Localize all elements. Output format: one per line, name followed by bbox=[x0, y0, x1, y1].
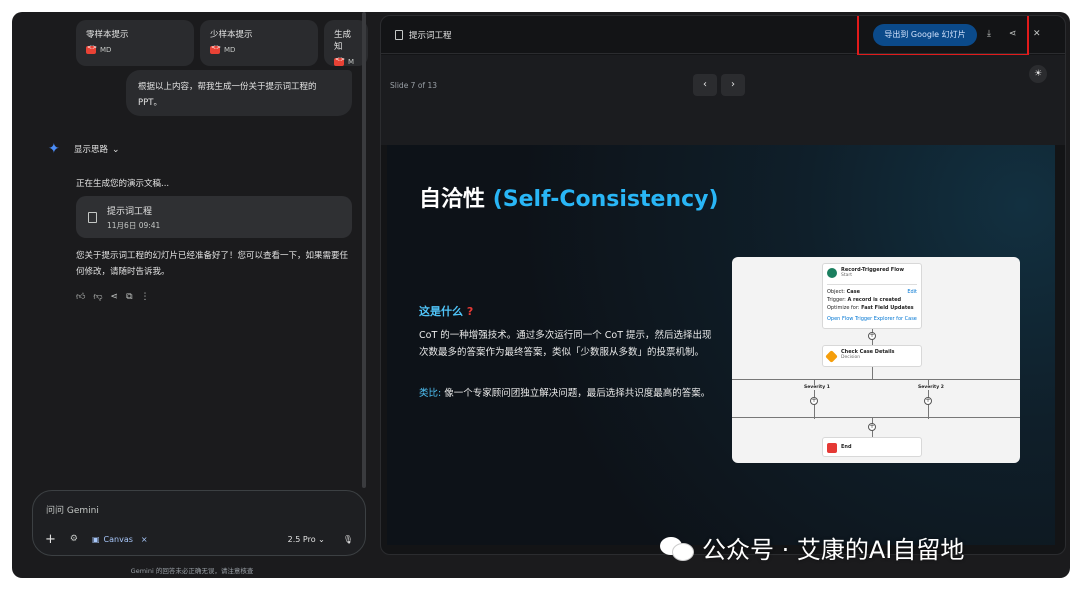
chevron-down-icon: ⌄ bbox=[318, 534, 325, 544]
decision-sub: Decision bbox=[841, 355, 861, 360]
prompt-input[interactable]: 问问 Gemini bbox=[46, 503, 99, 516]
model-selector[interactable]: 2.5 Pro ⌄ bbox=[288, 535, 325, 544]
optimize-value: Fast Field Updates bbox=[861, 305, 914, 311]
assistant-answer: 您关于提示词工程的幻灯片已经准备好了！您可以查看一下，如果需要任何修改，请随时告… bbox=[76, 251, 349, 277]
severity-2-label: Severity 2 bbox=[916, 385, 946, 390]
flow-diagram: Record-Triggered Flow Start Object: Case… bbox=[732, 257, 1020, 463]
share-icon[interactable]: ⋖ bbox=[111, 292, 119, 302]
chevron-down-icon: ⌄ bbox=[112, 145, 120, 155]
severity-1-label: Severity 1 bbox=[802, 385, 832, 390]
code-file-icon bbox=[86, 44, 97, 54]
flow-decision-node: Check Case Details Decision bbox=[822, 345, 922, 367]
more-options-icon[interactable]: ⋮ bbox=[141, 292, 150, 302]
canvas-header: 提示词工程 导出到 Google 幻灯片 ⤓ ⋖ ✕ bbox=[381, 16, 1065, 56]
code-file-icon bbox=[210, 44, 221, 54]
app-window: 零样本提示 MD 少样本提示 MD 生成知 M 根据以上内容，帮我生成一份关于提… bbox=[12, 12, 1070, 578]
slide-body: CoT 的一种增强技术。通过多次运行同一个 CoT 提示，然后选择出现次数最多的… bbox=[419, 330, 712, 358]
wechat-icon bbox=[660, 535, 696, 561]
canvas-panel: 提示词工程 导出到 Google 幻灯片 ⤓ ⋖ ✕ Slide 7 of 13… bbox=[380, 15, 1066, 555]
add-element-icon: + bbox=[924, 397, 932, 405]
open-explorer-link: Open Flow Trigger Explorer for Case bbox=[827, 316, 917, 322]
question-mark: ? bbox=[466, 305, 474, 318]
slide: 自洽性 (Self-Consistency) 这是什么 ? CoT 的一种增强技… bbox=[387, 145, 1055, 545]
previous-slide-button[interactable]: ‹ bbox=[693, 74, 717, 96]
slide-toolbar: Slide 7 of 13 ‹ › ☀ bbox=[381, 55, 1065, 145]
file-chip-title: 生成知 bbox=[334, 30, 352, 52]
file-chip-type: MD bbox=[100, 46, 112, 54]
what-is-it-heading: 这是什么 ? bbox=[419, 303, 473, 319]
add-icon[interactable]: + bbox=[45, 532, 56, 547]
add-element-icon: + bbox=[868, 332, 876, 340]
end-icon bbox=[827, 443, 837, 453]
document-icon bbox=[88, 211, 97, 223]
add-element-icon: + bbox=[810, 397, 818, 405]
microphone-icon[interactable]: 🎙︎ bbox=[343, 535, 353, 544]
share-icon[interactable]: ⋖ bbox=[1009, 29, 1017, 39]
canvas-title: 提示词工程 bbox=[409, 31, 452, 41]
download-icon[interactable]: ⤓ bbox=[987, 29, 991, 39]
edit-link: Edit bbox=[907, 289, 917, 295]
decision-icon bbox=[825, 350, 838, 363]
watermark-text: 公众号 · 艾康的AI自留地 bbox=[702, 536, 965, 564]
document-title: 提示词工程 bbox=[107, 206, 153, 217]
canvas-icon: ▣ bbox=[91, 534, 100, 544]
slide-analogy: 类比: 像一个专家顾问团独立解决问题，最后选择共识度最高的答案。 bbox=[419, 385, 714, 402]
gemini-sparkle-icon: ✦ bbox=[48, 141, 60, 157]
chat-panel: 零样本提示 MD 少样本提示 MD 生成知 M 根据以上内容，帮我生成一份关于提… bbox=[12, 12, 372, 578]
export-to-google-slides-button[interactable]: 导出到 Google 幻灯片 bbox=[873, 24, 977, 46]
disclaimer: Gemini 的回答未必正确无误，请注意核查 bbox=[130, 567, 254, 575]
analogy-text: 像一个专家顾问团独立解决问题，最后选择共识度最高的答案。 bbox=[441, 388, 711, 399]
end-label: End bbox=[841, 444, 852, 450]
slide-title-en: (Self-Consistency) bbox=[492, 187, 719, 212]
tools-icon[interactable]: ⚙ bbox=[70, 534, 78, 544]
play-icon bbox=[827, 268, 837, 278]
watermark: 公众号 · 艾康的AI自留地 bbox=[660, 530, 964, 565]
theme-toggle-icon[interactable]: ☀ bbox=[1029, 65, 1047, 83]
close-icon[interactable]: ✕ bbox=[1033, 29, 1041, 39]
generating-status: 正在生成您的演示文稿... bbox=[76, 179, 170, 189]
model-label: 2.5 Pro bbox=[287, 534, 316, 544]
file-chip-title: 少样本提示 bbox=[210, 30, 253, 40]
flow-start-sub: Start bbox=[841, 273, 852, 278]
thumbs-up-icon[interactable]: 👍︎ bbox=[76, 292, 85, 302]
add-element-icon: + bbox=[868, 423, 876, 431]
document-date: 11月6日 09:41 bbox=[107, 220, 161, 230]
optimize-label: Optimize for: bbox=[827, 305, 860, 311]
code-file-icon bbox=[334, 56, 345, 66]
document-icon bbox=[395, 30, 403, 40]
chat-scrollbar[interactable] bbox=[362, 12, 366, 488]
object-label: Object: bbox=[827, 289, 845, 295]
file-chip-type: M bbox=[348, 58, 355, 66]
file-chip-type: MD bbox=[224, 46, 236, 54]
prompt-input-box[interactable]: 问问 Gemini + ⚙ ▣ Canvas × 2.5 Pro ⌄ 🎙︎ bbox=[32, 490, 366, 556]
thumbs-down-icon[interactable]: 👎︎ bbox=[93, 292, 102, 302]
what-is-it-label: 这是什么 bbox=[419, 305, 463, 318]
trigger-label: Trigger: bbox=[827, 297, 846, 303]
document-card[interactable]: 提示词工程 11月6日 09:41 bbox=[76, 196, 352, 238]
file-chip-zero-shot[interactable]: 零样本提示 MD bbox=[76, 20, 194, 66]
flow-end-node: End bbox=[822, 437, 922, 457]
file-chip-title: 零样本提示 bbox=[86, 30, 129, 40]
file-chip-few-shot[interactable]: 少样本提示 MD bbox=[200, 20, 318, 66]
object-value: Case bbox=[846, 289, 860, 295]
user-message: 根据以上内容，帮我生成一份关于提示词工程的PPT。 bbox=[126, 70, 352, 116]
canvas-chip-label: Canvas bbox=[103, 534, 133, 544]
trigger-value: A record is created bbox=[847, 297, 902, 303]
analogy-label: 类比: bbox=[419, 388, 442, 399]
show-thinking-toggle[interactable]: ✦ 显示思路 ⌄ bbox=[48, 142, 120, 156]
copy-icon[interactable]: ⧉ bbox=[126, 292, 132, 302]
canvas-chip[interactable]: ▣ Canvas × bbox=[92, 535, 148, 544]
slide-counter: Slide 7 of 13 bbox=[390, 81, 437, 90]
response-actions: 👍︎ 👎︎ ⋖ ⧉ ⋮ bbox=[76, 292, 150, 302]
thinking-label: 显示思路 bbox=[74, 145, 109, 155]
flow-start-node: Record-Triggered Flow Start Object: Case… bbox=[822, 263, 922, 329]
slide-title-zh: 自洽性 bbox=[419, 187, 486, 212]
slide-title: 自洽性 (Self-Consistency) bbox=[419, 181, 719, 213]
close-icon[interactable]: × bbox=[141, 535, 148, 544]
next-slide-button[interactable]: › bbox=[721, 74, 745, 96]
